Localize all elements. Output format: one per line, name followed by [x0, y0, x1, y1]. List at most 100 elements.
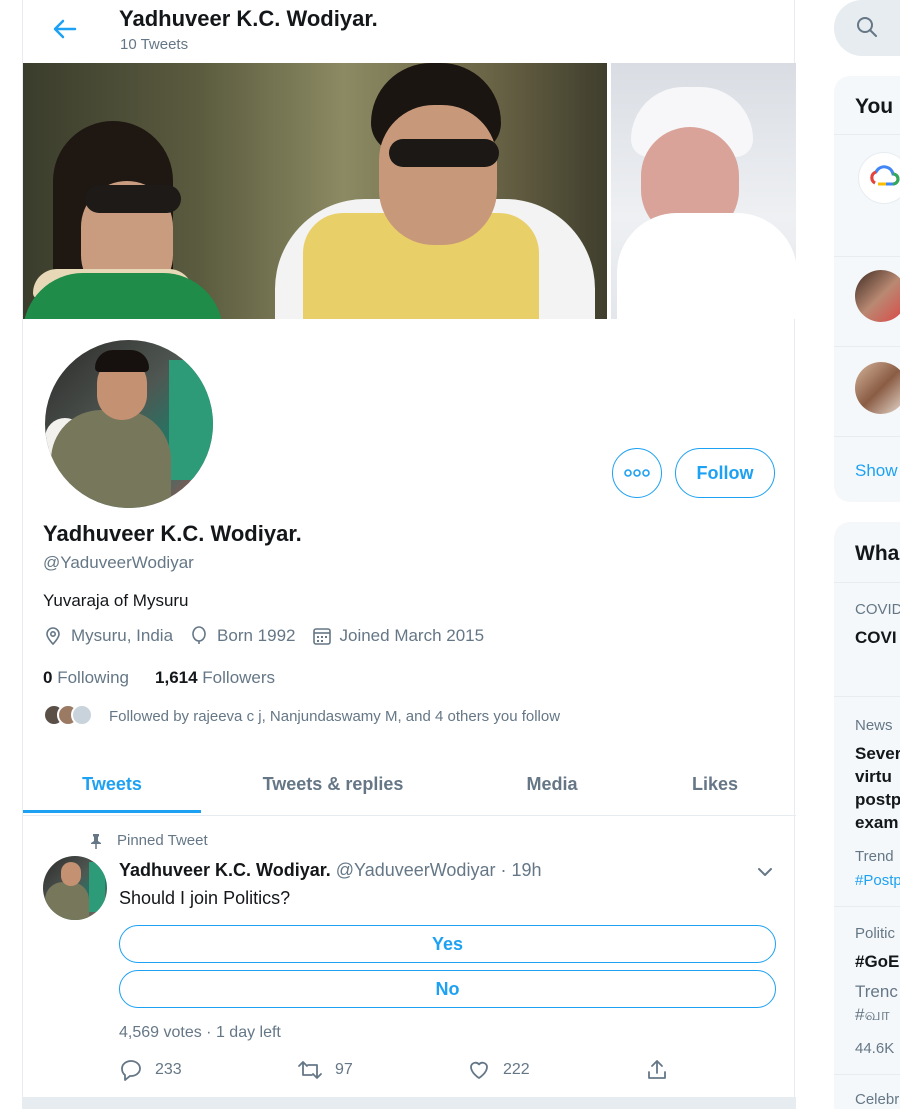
joined-text: Joined March 2015	[339, 626, 485, 645]
tweet-actions: 233 97 222	[119, 1058, 679, 1088]
like-button[interactable]: 222	[467, 1058, 530, 1082]
follow-button[interactable]: Follow	[675, 448, 775, 498]
followers-label: Followers	[202, 668, 276, 687]
divider	[834, 906, 900, 907]
avatar[interactable]	[855, 362, 900, 414]
location-item: Mysuru, India	[43, 626, 173, 646]
location-text: Mysuru, India	[71, 626, 174, 645]
trend-sub-line: #வா	[855, 1005, 890, 1024]
profile-banner-image[interactable]	[23, 63, 796, 319]
divider	[834, 582, 900, 583]
share-icon	[648, 1060, 666, 1079]
profile-avatar[interactable]	[41, 336, 217, 512]
divider	[834, 696, 900, 697]
trend-title-line[interactable]: Sever	[855, 742, 900, 765]
tab-tweets-replies[interactable]: Tweets & replies	[231, 752, 435, 816]
search-icon	[857, 17, 877, 37]
show-more-link[interactable]: Show	[855, 461, 898, 481]
followed-by-text: Followed by rajeeva c j, Nanjundaswamy M…	[109, 707, 561, 725]
profile-column: Yadhuveer K.C. Wodiyar. 10 Tweets Follow…	[22, 0, 796, 1109]
joined-item: Joined March 2015	[312, 626, 485, 646]
retweet-button[interactable]: 97	[297, 1058, 353, 1082]
birthday-item: Born 1992	[189, 626, 296, 646]
trend-category: News	[855, 717, 893, 734]
following-count: 0	[43, 668, 53, 687]
avatar-detail	[95, 350, 149, 372]
location-pin-icon	[46, 627, 60, 646]
balloon-icon	[192, 626, 206, 644]
divider	[834, 256, 900, 257]
trend-sub: Trend	[855, 848, 894, 865]
tweet-author-name[interactable]: Yadhuveer K.C. Wodiyar.	[119, 860, 331, 880]
search-input[interactable]	[834, 0, 900, 56]
tab-tweets[interactable]: Tweets	[23, 752, 201, 816]
poll-meta: 4,569 votes · 1 day left	[119, 1024, 281, 1041]
followed-by-row[interactable]: Followed by rajeeva c j, Nanjundaswamy M…	[43, 704, 560, 728]
tweet-author-avatar[interactable]	[43, 856, 107, 920]
pin-icon	[91, 833, 101, 849]
calendar-icon	[312, 628, 331, 645]
avatar-detail	[61, 862, 81, 886]
divider	[834, 346, 900, 347]
trend-category: COVID	[855, 601, 900, 618]
retweet-icon	[298, 1061, 322, 1079]
like-count: 222	[503, 1061, 530, 1078]
poll-option-no[interactable]: No	[119, 970, 776, 1008]
avatar-detail	[45, 882, 89, 920]
following-link[interactable]: 0 Following	[43, 668, 129, 688]
tweet-author-line: Yadhuveer K.C. Wodiyar. @YaduveerWodiyar…	[119, 860, 541, 881]
profile-tabs: Tweets Tweets & replies Media Likes	[23, 752, 796, 816]
banner-figure	[85, 185, 181, 213]
section-divider	[23, 1097, 796, 1109]
tweet-text: Should I join Politics?	[119, 888, 291, 908]
following-label: Following	[57, 668, 130, 687]
avatar	[71, 704, 93, 726]
header-tweet-count: 10 Tweets	[120, 36, 189, 53]
trend-title[interactable]: #GoE	[855, 950, 899, 973]
header-profile-name: Yadhuveer K.C. Wodiyar.	[119, 6, 378, 31]
profile-name: Yadhuveer K.C. Wodiyar.	[43, 521, 302, 546]
tweet-author-handle-time[interactable]: @YaduveerWodiyar · 19h	[336, 860, 542, 880]
followers-link[interactable]: 1,614 Followers	[155, 668, 275, 688]
follow-counts: 0 Following 1,614 Followers	[43, 668, 301, 688]
profile-bio: Yuvaraja of Mysuru	[43, 591, 189, 610]
reply-button[interactable]: 233	[119, 1058, 182, 1082]
more-options-button[interactable]	[612, 448, 662, 498]
pinned-tweet-label: Pinned Tweet	[89, 832, 208, 849]
poll-option-yes[interactable]: Yes	[119, 925, 776, 963]
trend-title-line[interactable]: exam	[855, 811, 898, 834]
trend-sub-line: Trenc	[855, 982, 898, 1001]
trend-category: Celebr	[855, 1091, 900, 1108]
divider	[834, 1074, 900, 1075]
trend-title[interactable]: COVI	[855, 626, 897, 649]
followers-count: 1,614	[155, 668, 198, 687]
active-tab-indicator	[23, 810, 201, 813]
share-button[interactable]	[645, 1058, 681, 1082]
back-arrow-icon[interactable]	[49, 14, 79, 44]
trend-title-line[interactable]: postp	[855, 788, 900, 811]
followed-by-avatars	[43, 704, 97, 728]
pinned-text: Pinned Tweet	[117, 832, 208, 849]
profile-meta: Mysuru, India Born 1992 Joined March 201…	[43, 626, 500, 646]
banner-figure	[389, 139, 499, 167]
retweet-count: 97	[335, 1061, 353, 1078]
trend-title-line[interactable]: virtu	[855, 765, 892, 788]
divider	[834, 134, 900, 135]
trend-tweet-count: 44.6K	[855, 1040, 895, 1057]
trend-hashtag[interactable]: #Postp	[855, 872, 900, 889]
profile-handle: @YaduveerWodiyar	[43, 553, 194, 572]
trend-category: Politic	[855, 925, 896, 942]
whats-happening-heading: Wha	[855, 542, 900, 565]
who-to-follow-heading: You	[855, 95, 894, 118]
tab-media[interactable]: Media	[491, 752, 613, 816]
more-dots-icon	[624, 469, 650, 477]
google-cloud-logo-icon[interactable]	[858, 152, 900, 204]
avatar-detail	[169, 360, 213, 480]
avatar[interactable]	[855, 270, 900, 322]
heart-icon	[470, 1061, 488, 1079]
divider	[834, 436, 900, 437]
reply-count: 233	[155, 1061, 182, 1078]
tab-likes[interactable]: Likes	[661, 752, 769, 816]
avatar-detail	[89, 862, 105, 912]
chevron-down-icon[interactable]	[755, 862, 775, 882]
